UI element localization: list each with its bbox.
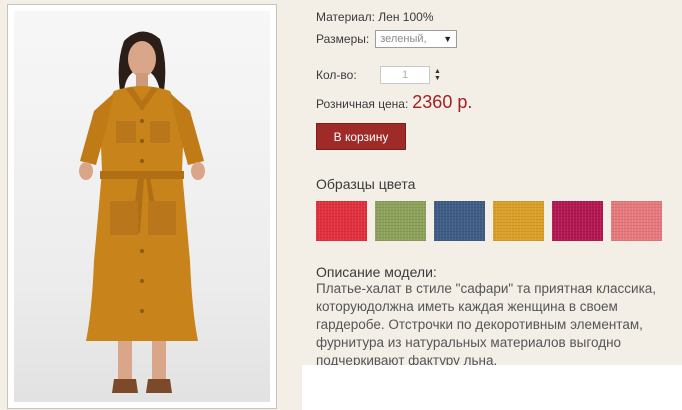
description-title: Описание модели: [316, 264, 437, 280]
color-swatch[interactable] [375, 201, 426, 241]
model-in-dress-illustration [79, 31, 205, 393]
size-select[interactable]: зеленый, ▼ [375, 30, 458, 48]
quantity-input[interactable]: 1 [380, 66, 430, 84]
material-info: Материал: Лен 100% [316, 10, 434, 24]
price-value: 2360 р. [412, 92, 473, 112]
product-photo-frame [7, 4, 277, 409]
add-to-cart-button[interactable]: В корзину [316, 123, 406, 150]
price-row: Розничная цена: 2360 р. [316, 92, 472, 113]
color-swatches [316, 201, 662, 241]
increment-arrow-icon[interactable]: ▲ [434, 68, 441, 75]
description-text: Платье-халат в стиле "сафари" та приятна… [316, 281, 657, 368]
size-select-value: зеленый, [380, 33, 427, 45]
content-panel [302, 365, 682, 410]
quantity-stepper[interactable]: ▲ ▼ [434, 68, 441, 82]
color-swatch[interactable] [316, 201, 367, 241]
color-swatch[interactable] [434, 201, 485, 241]
color-swatch[interactable] [611, 201, 662, 241]
sizes-row: Размеры: зеленый, ▼ [316, 30, 458, 48]
chevron-down-icon: ▼ [443, 34, 453, 44]
decrement-arrow-icon[interactable]: ▼ [434, 75, 441, 82]
color-swatch[interactable] [493, 201, 544, 241]
quantity-label: Кол-во: [316, 68, 357, 82]
price-label: Розничная цена: [316, 97, 409, 111]
product-photo[interactable] [14, 11, 270, 402]
color-swatch[interactable] [552, 201, 603, 241]
color-swatches-title: Образцы цвета [316, 176, 416, 192]
quantity-row: Кол-во: 1 ▲ ▼ [316, 66, 441, 84]
sizes-label: Размеры: [316, 32, 370, 46]
